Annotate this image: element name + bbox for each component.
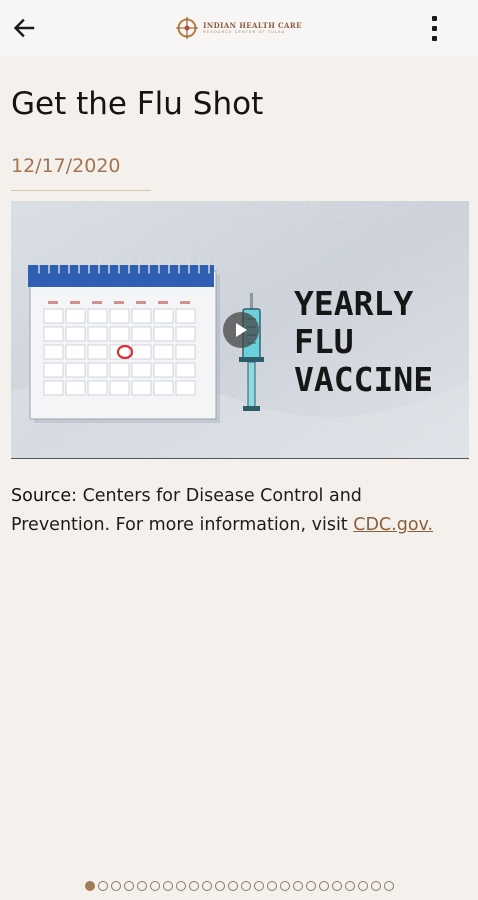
page-dot[interactable] <box>97 881 108 891</box>
page-dot[interactable] <box>292 881 303 891</box>
source-paragraph: Source: Centers for Disease Control and … <box>11 482 451 540</box>
video-thumbnail[interactable]: YEARLY FLU VACCINE <box>11 201 469 459</box>
article-title: Get the Flu Shot <box>11 86 264 122</box>
calendar-illustration <box>28 258 220 423</box>
page-dot[interactable] <box>383 881 394 891</box>
page-dot[interactable] <box>253 881 264 891</box>
page-dot[interactable] <box>240 881 251 891</box>
dot-icon <box>431 25 437 31</box>
article-date: 12/17/2020 <box>11 155 121 177</box>
source-label: Source <box>11 486 72 506</box>
app-logo: INDIAN HEALTH CARE RESOURCE CENTER OF TU… <box>176 17 302 39</box>
page-dot[interactable] <box>136 881 147 891</box>
play-button[interactable] <box>223 312 259 348</box>
logo-subtitle: RESOURCE CENTER OF TULSA <box>203 29 286 34</box>
dot-icon <box>431 15 437 21</box>
page-dot[interactable] <box>331 881 342 891</box>
page-dot[interactable] <box>318 881 329 891</box>
play-icon <box>236 323 247 337</box>
page-dot[interactable] <box>279 881 290 891</box>
dot-icon <box>431 35 437 41</box>
logo-name: INDIAN HEALTH CARE <box>203 20 302 30</box>
page-indicator <box>0 881 478 891</box>
app-bar: INDIAN HEALTH CARE RESOURCE CENTER OF TU… <box>0 0 478 56</box>
page-dot[interactable] <box>305 881 316 891</box>
arrow-left-icon <box>13 18 35 38</box>
page-dot[interactable] <box>188 881 199 891</box>
page-dot[interactable] <box>370 881 381 891</box>
cdc-link[interactable]: CDC.gov. <box>353 515 433 535</box>
page-dot[interactable] <box>162 881 173 891</box>
page-dot[interactable] <box>149 881 160 891</box>
page-dot[interactable] <box>110 881 121 891</box>
page-dot[interactable] <box>214 881 225 891</box>
page-dot[interactable] <box>201 881 212 891</box>
overflow-menu-button[interactable] <box>426 12 442 44</box>
logo-emblem-icon <box>176 17 199 39</box>
page-dot[interactable] <box>84 881 95 891</box>
page-dot[interactable] <box>344 881 355 891</box>
video-overlay-text: YEARLY FLU VACCINE <box>294 284 434 399</box>
page-dot[interactable] <box>123 881 134 891</box>
back-button[interactable] <box>8 12 40 44</box>
page-dot[interactable] <box>175 881 186 891</box>
date-divider <box>11 190 151 191</box>
page-dot[interactable] <box>266 881 277 891</box>
page-dot[interactable] <box>357 881 368 891</box>
page-dot[interactable] <box>227 881 238 891</box>
